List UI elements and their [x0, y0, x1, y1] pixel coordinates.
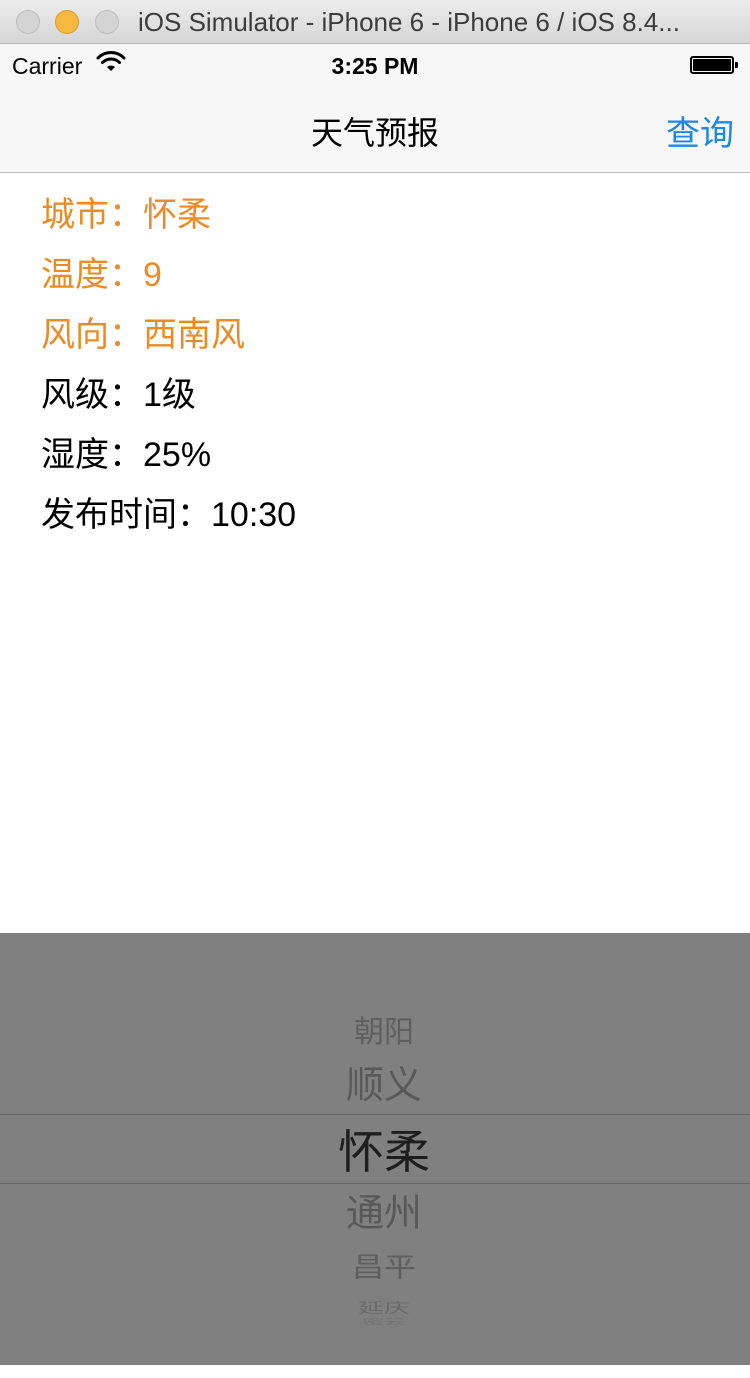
temperature-row: 温度：9	[41, 256, 162, 294]
city-row: 城市：怀柔	[41, 196, 211, 234]
picker-item[interactable]: 顺义	[0, 1061, 750, 1111]
query-button[interactable]: 查询	[666, 106, 734, 155]
battery-icon	[690, 56, 738, 74]
window-title-bar: iOS Simulator - iPhone 6 - iPhone 6 / iO…	[0, 0, 750, 44]
picker-item[interactable]: 密云	[0, 1319, 750, 1326]
window-title: iOS Simulator - iPhone 6 - iPhone 6 / iO…	[138, 7, 680, 37]
humidity-row: 湿度：25%	[41, 436, 212, 474]
status-time: 3:25 PM	[331, 53, 419, 79]
weather-info: 城市：怀柔 温度：9 风向：西南风 风级：1级 湿度：25% 发布时间：10:3…	[41, 192, 721, 552]
simulator-window: iOS Simulator - iPhone 6 - iPhone 6 / iO…	[0, 0, 750, 1378]
picker-item[interactable]: 昌平	[0, 1249, 750, 1285]
wind-level-row: 风级：1级	[41, 376, 196, 414]
picker-item[interactable]: 通州	[0, 1189, 750, 1239]
zoom-window-button[interactable]	[95, 10, 119, 34]
wind-direction-row: 风向：西南风	[41, 316, 245, 354]
status-bar: Carrier 3:25 PM	[0, 44, 750, 88]
picker-item[interactable]: 延庆	[0, 1300, 750, 1317]
navigation-bar: 天气预报 查询	[0, 88, 750, 173]
picker-item-selected[interactable]: 怀柔	[0, 1123, 750, 1181]
picker-item[interactable]: 朝阳	[0, 1013, 750, 1053]
city-picker[interactable]: 朝阳 顺义 怀柔 通州 昌平 延庆 密云	[0, 933, 750, 1365]
page-title: 天气预报	[310, 115, 439, 151]
publish-time-row: 发布时间：10:30	[41, 496, 297, 534]
minimize-window-button[interactable]	[55, 10, 79, 34]
close-window-button[interactable]	[16, 10, 40, 34]
